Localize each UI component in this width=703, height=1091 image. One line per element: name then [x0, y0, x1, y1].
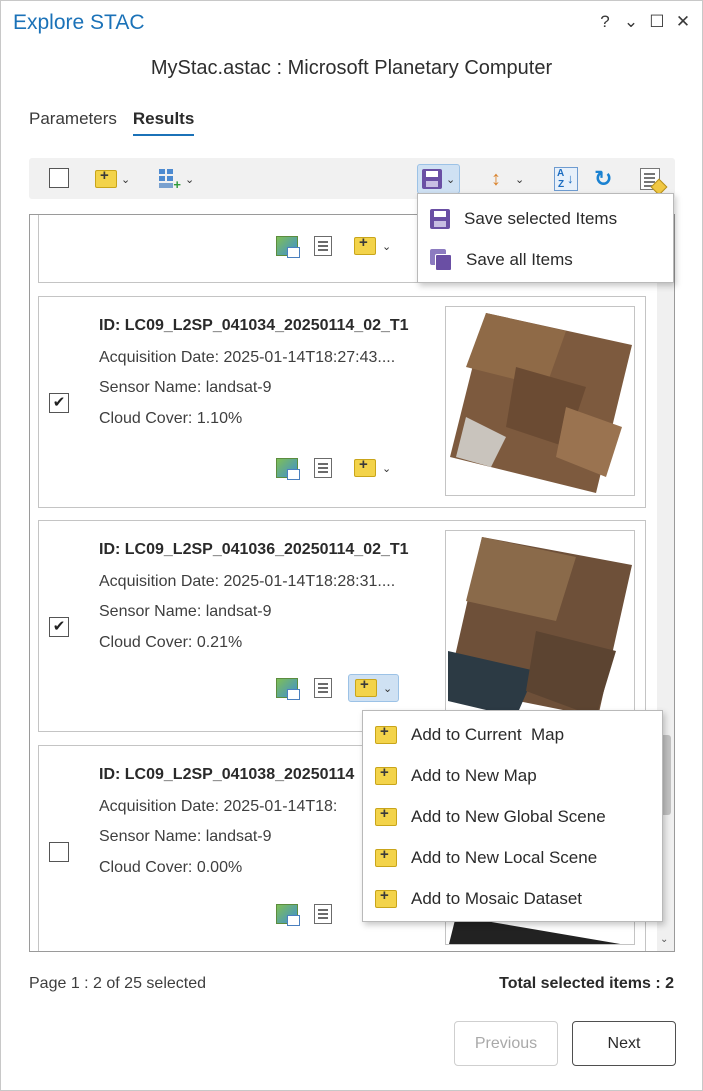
result-checkbox[interactable]	[49, 842, 69, 862]
add-to-map-icon	[375, 723, 397, 744]
add-to-map-icon	[375, 887, 397, 908]
chevron-down-icon[interactable]: ⌄	[622, 12, 640, 32]
result-checkbox[interactable]: ✔	[49, 393, 69, 413]
metadata-icon[interactable]	[314, 678, 332, 698]
tab-parameters[interactable]: Parameters	[29, 109, 117, 136]
result-checkbox[interactable]: ✔	[49, 617, 69, 637]
sort-az-icon: A Z ↓	[554, 167, 578, 191]
explore-stac-pane: Explore STAC ? ⌄ ☐ ✕ MyStac.astac : Micr…	[0, 0, 703, 1091]
satellite-thumbnail-image	[450, 313, 632, 493]
add-to-map-icon	[355, 676, 377, 697]
card-actions	[276, 904, 332, 926]
metadata-icon[interactable]	[314, 236, 332, 256]
menu-item-add-local-scene[interactable]: Add to New Local Scene	[363, 837, 662, 878]
chevron-down-icon: ⌄	[446, 173, 456, 186]
refresh-icon: ↻	[594, 166, 613, 191]
menu-item-label: Add to Current Map	[411, 724, 565, 744]
result-card: ✔ ID: LC09_L2SP_041034_20250114_02_T1 Ac…	[38, 296, 646, 508]
result-id: ID: LC09_L2SP_041034_20250114_02_T1	[99, 317, 409, 334]
chevron-down-icon: ⌄	[383, 682, 393, 695]
add-to-map-icon	[375, 764, 397, 785]
page-info: Page 1 : 2 of 25 selected	[29, 975, 207, 992]
add-footprints-button[interactable]: ⌄	[155, 164, 198, 194]
chevron-down-icon: ⌄	[382, 240, 392, 253]
menu-item-label: Add to New Local Scene	[411, 847, 598, 867]
report-icon	[640, 168, 660, 190]
result-thumbnail[interactable]	[445, 306, 635, 496]
next-button[interactable]: Next	[572, 1021, 676, 1066]
add-to-map-dropdown[interactable]: ⌄	[348, 674, 400, 702]
sort-icon: ↕	[491, 168, 501, 190]
tab-results[interactable]: Results	[132, 109, 195, 136]
window-controls: ? ⌄ ☐ ✕	[596, 12, 692, 32]
save-multiple-icon	[430, 248, 452, 271]
menu-item-label: Add to New Global Scene	[411, 806, 606, 826]
help-icon[interactable]: ?	[596, 12, 614, 32]
save-icon	[430, 208, 450, 229]
add-to-map-dropdown[interactable]: ⌄	[348, 455, 397, 481]
satellite-thumbnail-image	[448, 537, 632, 717]
menu-item-save-all[interactable]: Save all Items	[418, 239, 673, 280]
add-grid-icon	[159, 169, 181, 192]
catalog-subtitle: MyStac.astac : Microsoft Planetary Compu…	[150, 57, 553, 79]
previous-button[interactable]: Previous	[454, 1021, 558, 1066]
result-id: ID: LC09_L2SP_041038_20250114	[99, 766, 355, 783]
select-all-checkbox[interactable]	[49, 168, 69, 188]
save-items-menu: Save selected Items Save all Items	[417, 193, 674, 283]
menu-item-add-mosaic-dataset[interactable]: Add to Mosaic Dataset	[363, 878, 662, 919]
menu-item-add-global-scene[interactable]: Add to New Global Scene	[363, 796, 662, 837]
image-preview-icon[interactable]	[276, 236, 300, 258]
close-icon[interactable]: ✕	[674, 12, 692, 32]
report-button[interactable]	[636, 164, 664, 194]
card-actions: ⌄	[276, 233, 397, 259]
chevron-down-icon: ⌄	[121, 173, 131, 186]
metadata-icon[interactable]	[314, 458, 332, 478]
refresh-button[interactable]: ↻	[590, 164, 616, 194]
result-cloud-cover: Cloud Cover: 1.10%	[99, 410, 243, 427]
result-id: ID: LC09_L2SP_041036_20250114_02_T1	[99, 541, 409, 558]
result-card: ✔ ID: LC09_L2SP_041036_20250114_02_T1 Ac…	[38, 520, 646, 732]
menu-item-label: Add to New Map	[411, 765, 537, 785]
menu-item-label: Save selected Items	[464, 208, 618, 228]
menu-item-save-selected[interactable]: Save selected Items	[418, 198, 673, 239]
result-acquisition-date: Acquisition Date: 2025-01-14T18:27:43...…	[99, 349, 396, 366]
menu-item-label: Save all Items	[466, 249, 573, 269]
add-to-map-icon	[95, 167, 117, 188]
add-to-map-icon	[375, 805, 397, 826]
chevron-down-icon[interactable]: ⌄	[660, 934, 668, 945]
card-actions: ⌄	[276, 455, 397, 481]
result-thumbnail[interactable]	[445, 530, 635, 720]
chevron-down-icon: ⌄	[185, 173, 195, 186]
add-to-map-menu: Add to Current Map Add to New Map Add to…	[362, 710, 663, 922]
total-selected: Total selected items : 2	[499, 975, 674, 992]
image-preview-icon[interactable]	[276, 904, 300, 926]
chevron-down-icon: ⌄	[515, 173, 525, 186]
add-selected-to-map-button[interactable]: ⌄	[91, 164, 134, 194]
tab-bar: Parameters Results	[29, 109, 195, 136]
add-to-map-icon	[354, 234, 376, 255]
result-acquisition-date: Acquisition Date: 2025-01-14T18:28:31...…	[99, 573, 396, 590]
result-sensor-name: Sensor Name: landsat-9	[99, 603, 272, 620]
image-preview-icon[interactable]	[276, 678, 300, 700]
title-bar: Explore STAC ? ⌄ ☐ ✕	[1, 1, 702, 45]
menu-item-label: Add to Mosaic Dataset	[411, 888, 583, 908]
save-icon	[422, 169, 442, 189]
add-to-map-dropdown[interactable]: ⌄	[348, 233, 397, 259]
metadata-icon[interactable]	[314, 904, 332, 924]
save-items-button[interactable]: ⌄	[417, 164, 461, 194]
sort-button[interactable]: ↕ ⌄	[487, 164, 528, 194]
menu-item-add-current-map[interactable]: Add to Current Map	[363, 714, 662, 755]
menu-item-add-new-map[interactable]: Add to New Map	[363, 755, 662, 796]
add-to-map-icon	[354, 456, 376, 477]
image-preview-icon[interactable]	[276, 458, 300, 480]
maximize-icon[interactable]: ☐	[648, 12, 666, 32]
result-cloud-cover: Cloud Cover: 0.21%	[99, 634, 243, 651]
chevron-down-icon: ⌄	[382, 462, 392, 475]
sort-az-button[interactable]: A Z ↓	[550, 164, 582, 194]
result-sensor-name: Sensor Name: landsat-9	[99, 379, 272, 396]
card-actions: ⌄	[276, 674, 400, 702]
result-acquisition-date: Acquisition Date: 2025-01-14T18:	[99, 798, 338, 815]
pane-title: Explore STAC	[13, 11, 145, 34]
add-to-map-icon	[375, 846, 397, 867]
